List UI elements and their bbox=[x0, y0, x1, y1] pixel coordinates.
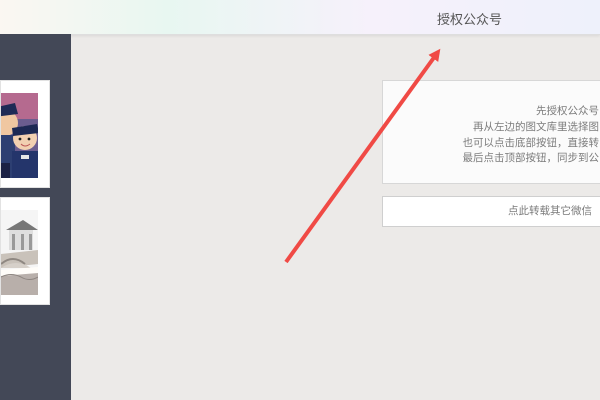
instruction-line: 也可以点击底部按钮，直接转 bbox=[462, 137, 600, 149]
instruction-line: 最后点击顶部按钮，同步到公 bbox=[462, 152, 600, 164]
editor-page: 授权公众号 先授权公众号 再从左边的图文库里选择图 也可以点击底部按钮，直接转 … bbox=[0, 0, 600, 400]
article-thumbnail-card[interactable] bbox=[0, 80, 50, 188]
instruction-line: 先授权公众号 bbox=[536, 105, 599, 117]
pavilion-bridge-image bbox=[1, 210, 38, 295]
article-thumbnail-card[interactable] bbox=[0, 197, 50, 305]
article-library-sidebar bbox=[0, 34, 71, 400]
pavilion-bridge-illustration bbox=[1, 210, 38, 295]
top-toolbar: 授权公众号 bbox=[0, 0, 600, 35]
police-cartoon-illustration bbox=[1, 93, 38, 178]
instruction-panel: 先授权公众号 再从左边的图文库里选择图 也可以点击底部按钮，直接转 最后点击顶部… bbox=[382, 80, 600, 184]
repost-other-wechat-button[interactable]: 点此转载其它微信 bbox=[382, 196, 600, 227]
authorize-account-button[interactable]: 授权公众号 bbox=[437, 9, 502, 28]
police-cartoon-image bbox=[1, 93, 38, 178]
instruction-line: 再从左边的图文库里选择图 bbox=[473, 121, 599, 133]
